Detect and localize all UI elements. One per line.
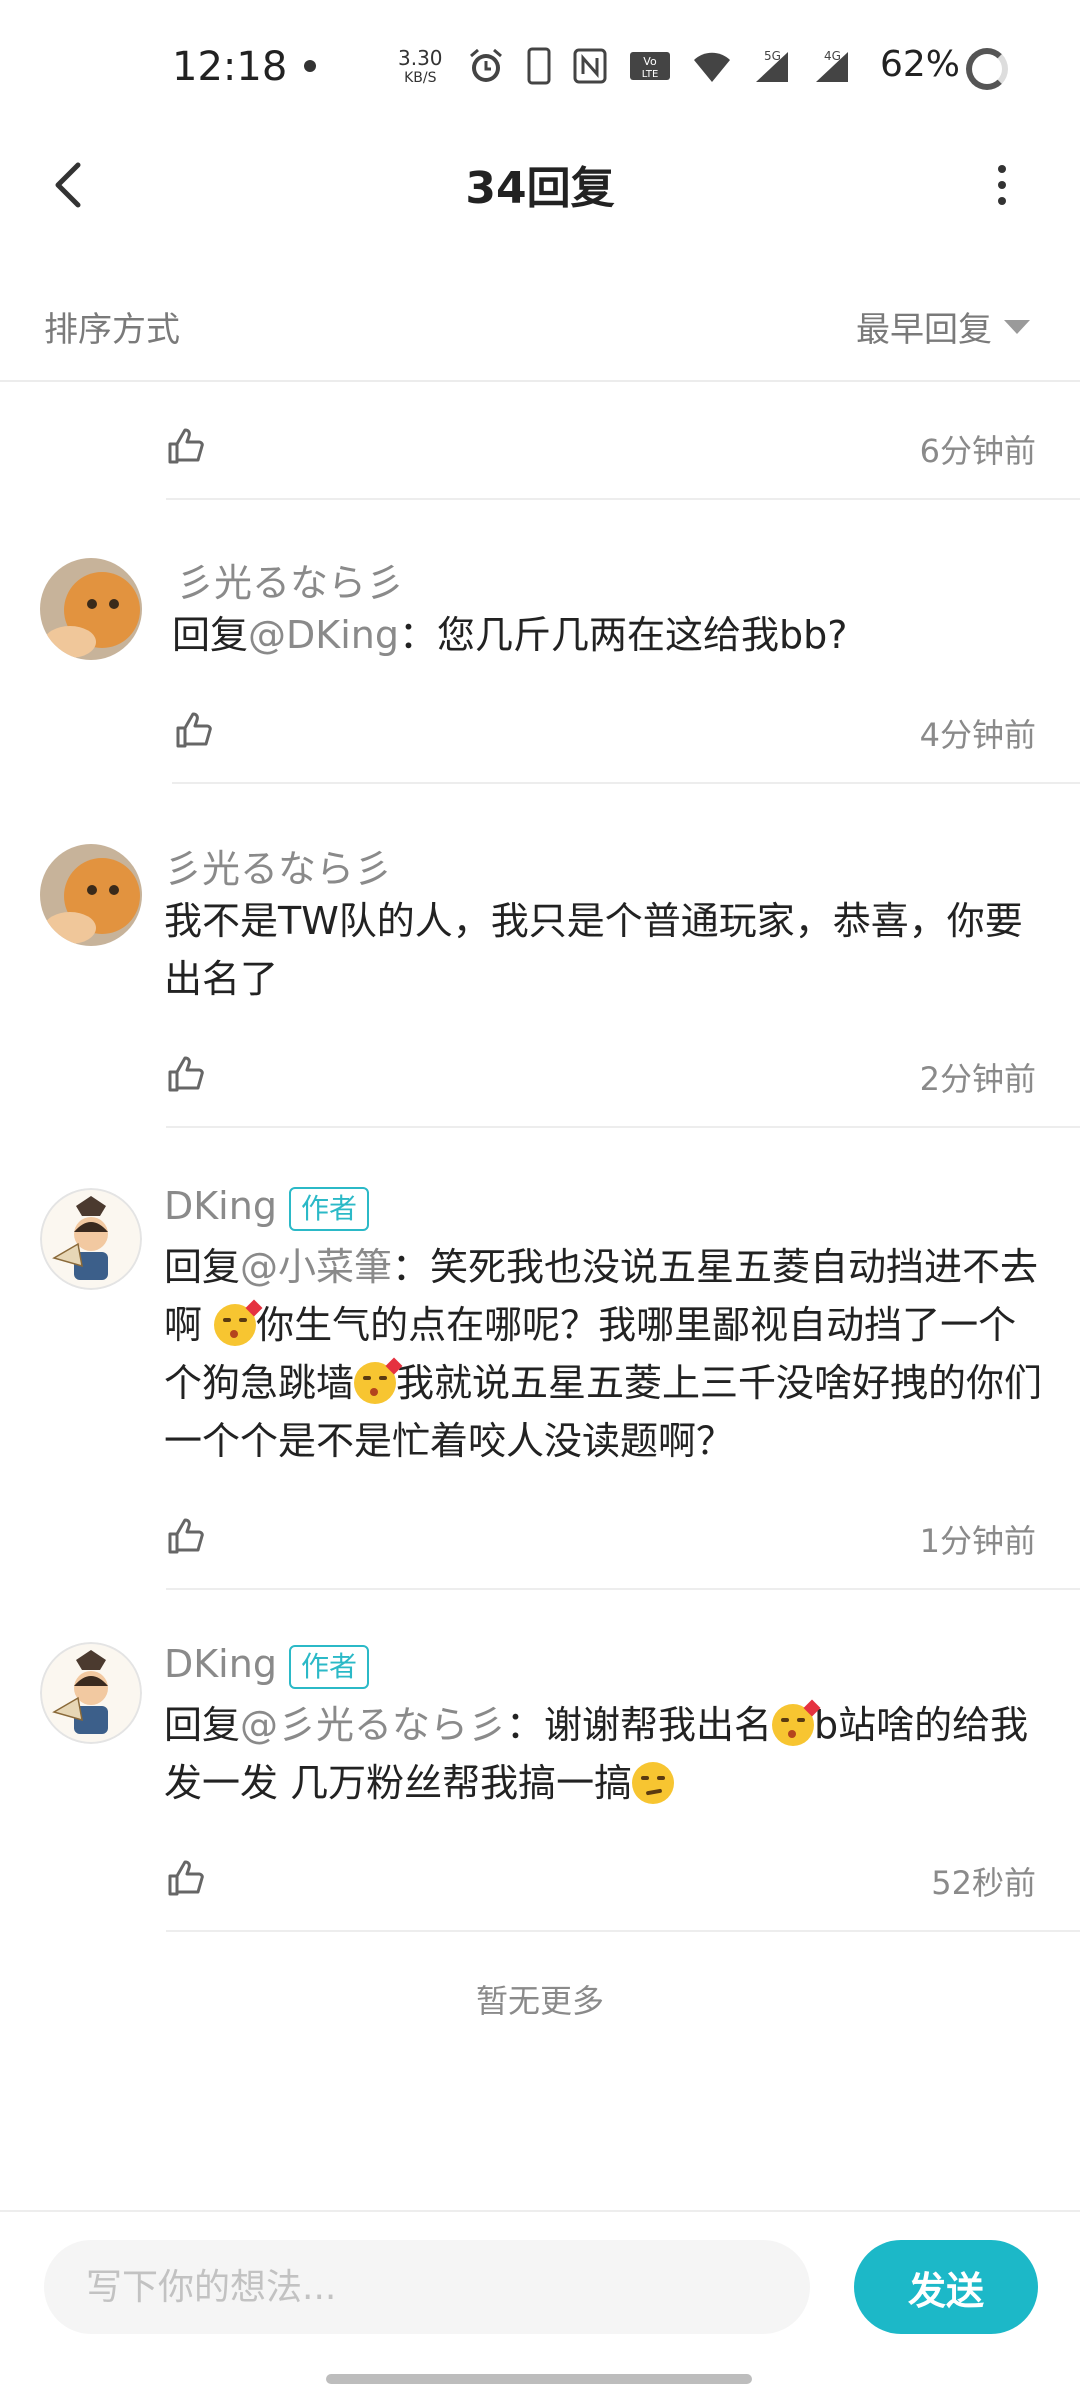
avatar[interactable] — [40, 844, 142, 946]
kiss-emoji-icon — [772, 1699, 821, 1746]
nfc-icon — [573, 48, 607, 84]
smirk-emoji-icon — [632, 1762, 675, 1804]
avatar[interactable] — [40, 1642, 142, 1744]
mention-link[interactable]: @彡光るなら彡 — [240, 1703, 506, 1747]
sort-label: 排序方式 — [44, 310, 180, 350]
svg-text:4G: 4G — [824, 49, 841, 63]
reply-time: 4分钟前 — [919, 716, 1036, 754]
reply-username[interactable]: 彡光るなら彡 — [164, 838, 392, 893]
home-indicator[interactable] — [326, 2374, 752, 2384]
signal-4g-icon: 4G — [816, 49, 848, 82]
kiss-emoji-icon — [214, 1299, 263, 1346]
reply-text: ：谢谢帮我出名 — [506, 1703, 773, 1747]
dropdown-arrow-icon — [1004, 319, 1030, 334]
mention-link[interactable]: @小菜筆 — [240, 1245, 392, 1289]
comment-input[interactable] — [44, 2240, 810, 2334]
author-badge: 作者 — [288, 1644, 369, 1689]
like-icon[interactable] — [164, 1052, 208, 1096]
header-bar: 34回复 — [0, 130, 1080, 240]
reply-divider — [166, 1126, 1080, 1128]
kiss-emoji-icon — [354, 1357, 403, 1404]
signal-5g-icon: 5G — [756, 49, 788, 82]
reply-divider — [166, 498, 1080, 500]
reply-divider — [166, 1930, 1080, 1932]
more-options-icon[interactable] — [980, 155, 1024, 215]
reply-prefix: 回复 — [172, 613, 249, 657]
reply-text: ：您几斤几两在这给我bb? — [398, 613, 848, 657]
status-time: 12:18 — [172, 44, 288, 90]
svg-text:Vo: Vo — [643, 55, 657, 68]
reply-prefix: 回复 — [164, 1245, 241, 1289]
sort-dropdown[interactable]: 最早回复 — [856, 302, 1030, 351]
reply-username[interactable]: 彡光るなら彡 — [176, 552, 404, 607]
notification-dot — [304, 60, 316, 72]
like-icon[interactable] — [164, 1856, 208, 1900]
vibrate-icon — [527, 47, 551, 85]
status-icons: Vo LTE 5G 4G — [466, 44, 852, 88]
author-name: DKing — [164, 1184, 277, 1228]
reply-text: 我不是TW队的人，我只是个普通玩家，恭喜，你要出名了 — [164, 899, 1023, 1001]
reply-username[interactable]: DKing 作者 — [164, 1642, 369, 1689]
reply-list[interactable]: 6分钟前 彡光るなら彡 回复@DKing：您几斤几两在这给我bb? 4分钟前 彡… — [0, 382, 1080, 2202]
sort-selected: 最早回复 — [856, 310, 992, 350]
reply-time: 2分钟前 — [919, 1060, 1036, 1098]
like-icon[interactable] — [172, 708, 216, 752]
reply-content: 回复@彡光るなら彡：谢谢帮我出名 b站啥的给我发一发 几万粉丝帮我搞一搞 — [164, 1696, 1044, 1812]
reply-prefix: 回复 — [164, 1703, 241, 1747]
reply-time: 1分钟前 — [919, 1522, 1036, 1560]
network-speed-unit: KB/S — [404, 70, 437, 86]
svg-text:5G: 5G — [764, 49, 781, 63]
battery-percent: 62% — [880, 44, 961, 85]
battery-icon — [966, 48, 1008, 90]
network-speed-value: 3.30 — [398, 46, 443, 70]
network-speed: 3.30 KB/S — [398, 48, 443, 88]
wifi-icon — [694, 52, 730, 82]
svg-text:LTE: LTE — [642, 69, 659, 80]
no-more-label: 暂无更多 — [475, 1982, 604, 2020]
status-bar: 12:18 3.30 KB/S Vo LTE 5G 4G 62% — [0, 0, 1080, 130]
like-icon[interactable] — [164, 1514, 208, 1558]
reply-divider — [166, 1588, 1080, 1590]
send-button[interactable]: 发送 — [854, 2240, 1038, 2334]
alarm-icon — [470, 48, 502, 82]
reply-divider — [172, 782, 1080, 784]
page-title: 34回复 — [465, 163, 615, 214]
avatar[interactable] — [40, 1188, 142, 1290]
author-name: DKing — [164, 1642, 277, 1686]
author-badge: 作者 — [288, 1186, 369, 1231]
comment-input-bar: 发送 — [0, 2210, 1080, 2372]
reply-content: 回复@DKing：您几斤几两在这给我bb? — [172, 606, 1052, 664]
reply-time: 6分钟前 — [919, 432, 1036, 470]
reply-time: 52秒前 — [931, 1864, 1036, 1902]
volte-icon: VoLTE — [630, 52, 670, 80]
sort-bar: 排序方式 最早回复 — [0, 270, 1080, 382]
avatar[interactable] — [40, 558, 142, 660]
reply-username[interactable]: DKing 作者 — [164, 1184, 369, 1231]
reply-content: 回复@小菜筆：笑死我也没说五星五菱自动挡进不去啊 你生气的点在哪呢？我哪里鄙视自… — [164, 1238, 1044, 1470]
mention-link[interactable]: @DKing — [248, 613, 399, 657]
like-icon[interactable] — [164, 424, 208, 468]
